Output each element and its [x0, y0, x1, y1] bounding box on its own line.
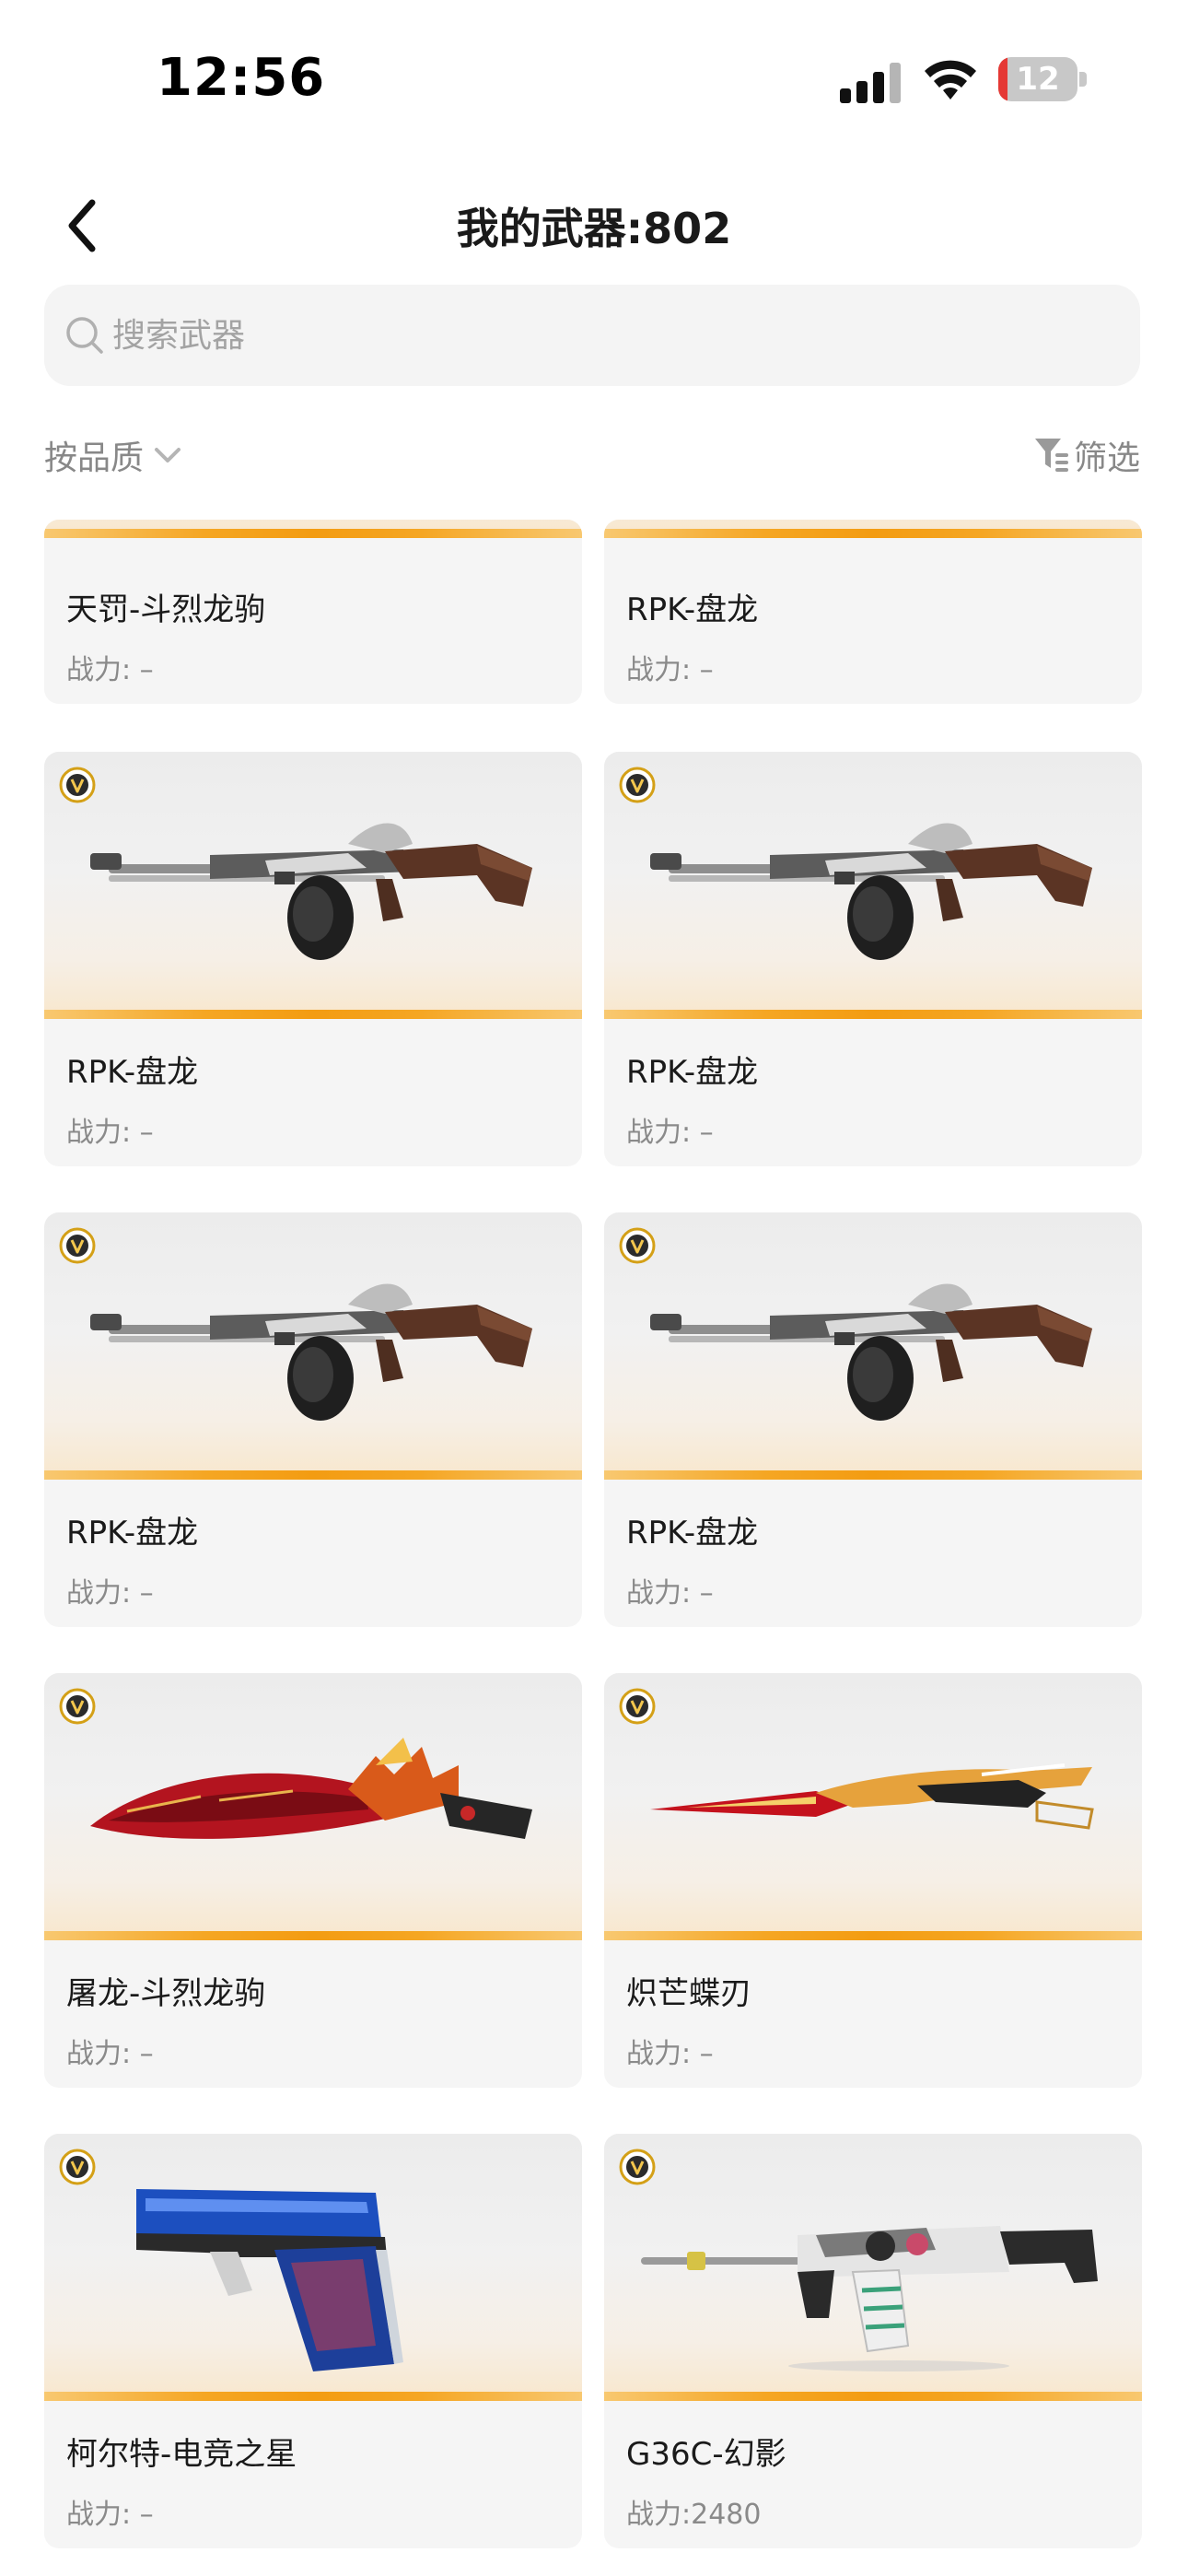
weapon-card-9[interactable]: 柯尔特-电竞之星 战力: – — [44, 2134, 582, 2548]
weapon-card-3[interactable]: RPK-盘龙 战力: – — [44, 752, 582, 1166]
weapon-name: 柯尔特-电竞之星 — [66, 2436, 297, 2473]
weapon-image — [44, 752, 582, 1019]
weapon-name: G36C-幻影 — [626, 2436, 786, 2473]
weapon-power: 战力: – — [66, 1117, 154, 1149]
rarity-stripe — [44, 1470, 582, 1480]
weapon-name: 炽芒蝶刃 — [626, 1975, 751, 2012]
search-icon — [66, 317, 103, 354]
chevron-down-icon — [155, 448, 181, 463]
battery-level: 12 — [1016, 61, 1060, 98]
filter-label: 筛选 — [1073, 439, 1140, 477]
weapon-image — [44, 1673, 582, 1940]
filter-button[interactable]: 筛选 — [1033, 429, 1140, 481]
rarity-stripe — [604, 1470, 1142, 1480]
weapons-page: 12:56 12 我的武器:802 搜索武器 按品质 筛选 天罚-斗烈龙驹 战力… — [0, 0, 1188, 2576]
weapon-name: 天罚-斗烈龙驹 — [66, 591, 266, 628]
weapon-image — [604, 752, 1142, 1019]
rifle-weapon-art — [90, 1283, 532, 1421]
weapon-name: RPK-盘龙 — [626, 1054, 759, 1091]
weapon-card-1[interactable]: 天罚-斗烈龙驹 战力: – — [44, 520, 582, 704]
weapon-power: 战力: – — [66, 654, 154, 686]
wifi-icon — [925, 60, 976, 100]
rarity-stripe — [604, 2392, 1142, 2401]
sort-by-quality-dropdown[interactable]: 按品质 — [44, 429, 186, 481]
weapon-power: 战力: – — [626, 1577, 714, 1610]
weapon-grid[interactable]: 天罚-斗烈龙驹 战力: – RPK-盘龙 战力: – RPK-盘龙 战力: – … — [0, 520, 1188, 2576]
pistol-weapon-art — [136, 2189, 403, 2371]
search-box[interactable] — [44, 285, 1140, 386]
weapon-image — [604, 1212, 1142, 1480]
filter-icon — [1034, 439, 1068, 472]
rifle-weapon-art — [650, 1283, 1092, 1421]
weapon-card-6[interactable]: RPK-盘龙 战力: – — [604, 1212, 1142, 1627]
rarity-stripe — [604, 1931, 1142, 1940]
rarity-stripe — [44, 1010, 582, 1019]
search-input[interactable] — [112, 285, 1107, 386]
weapon-name: 屠龙-斗烈龙驹 — [66, 1975, 266, 2012]
weapon-name: RPK-盘龙 — [626, 1515, 759, 1551]
rarity-stripe — [44, 529, 582, 538]
weapon-name: RPK-盘龙 — [66, 1515, 199, 1551]
rifle-weapon-art — [650, 823, 1092, 960]
butterfly-blade-weapon-art — [650, 1763, 1094, 1830]
rarity-stripe — [604, 1010, 1142, 1019]
rifle-weapon-art — [90, 823, 532, 960]
weapon-power: 战力:2480 — [626, 2499, 762, 2531]
weapon-image — [604, 2134, 1142, 2401]
weapon-power: 战力: – — [626, 1117, 714, 1149]
weapon-card-7[interactable]: 屠龙-斗烈龙驹 战力: – — [44, 1673, 582, 2088]
status-bar: 12:56 12 — [0, 0, 1188, 157]
dragon-blade-weapon-art — [90, 1738, 532, 1839]
weapon-name: RPK-盘龙 — [66, 1054, 199, 1091]
weapon-card-10[interactable]: G36C-幻影 战力:2480 — [604, 2134, 1142, 2548]
weapon-image — [604, 1673, 1142, 1940]
sort-label: 按品质 — [44, 439, 145, 477]
nav-bar: 我的武器:802 — [0, 175, 1188, 276]
smg-weapon-art — [641, 2226, 1098, 2371]
rarity-stripe — [44, 2392, 582, 2401]
rarity-stripe — [44, 1931, 582, 1940]
rarity-stripe — [604, 529, 1142, 538]
status-time: 12:56 — [157, 48, 326, 108]
weapon-card-2[interactable]: RPK-盘龙 战力: – — [604, 520, 1142, 704]
battery-icon: 12 — [998, 57, 1087, 101]
weapon-image — [44, 2134, 582, 2401]
page-title: 我的武器:802 — [456, 204, 732, 253]
weapon-image — [44, 1212, 582, 1480]
weapon-card-8[interactable]: 炽芒蝶刃 战力: – — [604, 1673, 1142, 2088]
weapon-power: 战力: – — [626, 2038, 714, 2070]
weapon-power: 战力: – — [66, 1577, 154, 1610]
weapon-card-4[interactable]: RPK-盘龙 战力: – — [604, 752, 1142, 1166]
weapon-power: 战力: – — [626, 654, 714, 686]
cellular-signal-icon — [840, 63, 901, 103]
weapon-name: RPK-盘龙 — [626, 591, 759, 628]
weapon-card-5[interactable]: RPK-盘龙 战力: – — [44, 1212, 582, 1627]
weapon-power: 战力: – — [66, 2038, 154, 2070]
weapon-power: 战力: – — [66, 2499, 154, 2531]
